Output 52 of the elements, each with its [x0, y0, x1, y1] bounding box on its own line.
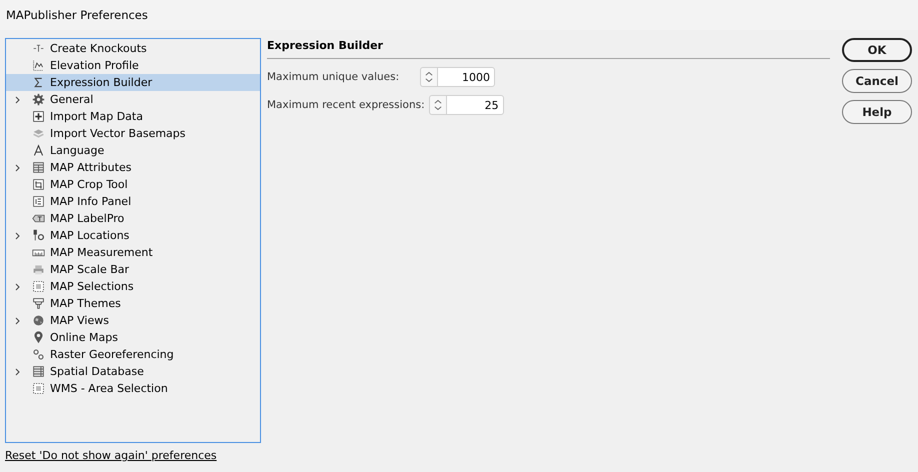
tree-item[interactable]: MAP Info Panel — [6, 193, 260, 210]
tree-item[interactable]: MAP Attributes — [6, 159, 260, 176]
tree-item[interactable]: MAP Scale Bar — [6, 261, 260, 278]
field-label: Maximum unique values: — [267, 71, 400, 83]
tree-item[interactable]: MAP Measurement — [6, 244, 260, 261]
label-icon — [32, 212, 45, 225]
layers-icon — [32, 127, 45, 140]
selection-icon — [32, 382, 45, 395]
tree-item[interactable]: MAP Selections — [6, 278, 260, 295]
tree-item[interactable]: Online Maps — [6, 329, 260, 346]
reset-preferences-link[interactable]: Reset 'Do not show again' preferences — [5, 449, 217, 462]
tree-item[interactable]: MAP Crop Tool — [6, 176, 260, 193]
tree-item[interactable]: Elevation Profile — [6, 57, 260, 74]
section-title: Expression Builder — [267, 39, 830, 59]
tree-item[interactable]: General — [6, 91, 260, 108]
tree-item[interactable]: Spatial Database — [6, 363, 260, 380]
gear-icon — [32, 93, 45, 106]
letter-icon — [32, 144, 45, 157]
table-icon — [32, 161, 45, 174]
spinner-icon[interactable] — [428, 95, 446, 115]
tree-item[interactable]: WMS - Area Selection — [6, 380, 260, 397]
field-label: Maximum recent expressions: — [267, 99, 426, 111]
dialog-button[interactable]: Help — [842, 100, 912, 124]
tree-item[interactable]: Language — [6, 142, 260, 159]
globe-icon — [32, 314, 45, 327]
pin-gear-icon — [32, 229, 45, 242]
printer-icon — [32, 263, 45, 276]
tree-item[interactable]: MAP Locations — [6, 227, 260, 244]
crop-icon — [32, 178, 45, 191]
dialog-button[interactable]: Cancel — [842, 69, 912, 93]
sigma-icon — [32, 76, 45, 89]
number-field[interactable]: 25 — [446, 95, 504, 115]
line-chart-icon — [32, 59, 45, 72]
spinner-icon[interactable] — [420, 67, 437, 87]
tree-item[interactable]: Create Knockouts — [6, 40, 260, 57]
tree-item[interactable]: MAP LabelPro — [6, 210, 260, 227]
dialog-button[interactable]: OK — [842, 38, 912, 62]
gears-icon — [32, 348, 45, 361]
tree-item[interactable]: MAP Themes — [6, 295, 260, 312]
number-field[interactable]: 1000 — [437, 67, 495, 87]
brush-icon — [32, 297, 45, 310]
selection-icon — [32, 280, 45, 293]
info-panel-icon — [32, 195, 45, 208]
tree-item[interactable]: MAP Views — [6, 312, 260, 329]
location-pin-icon — [32, 331, 45, 344]
tree-item[interactable]: Import Vector Basemaps — [6, 125, 260, 142]
plus-box-icon — [32, 110, 45, 123]
knockout-icon — [32, 42, 45, 55]
tree-item[interactable]: Import Map Data — [6, 108, 260, 125]
list-icon — [32, 365, 45, 378]
tree-item[interactable]: Raster Georeferencing — [6, 346, 260, 363]
tree-item[interactable]: Expression Builder — [6, 74, 260, 91]
